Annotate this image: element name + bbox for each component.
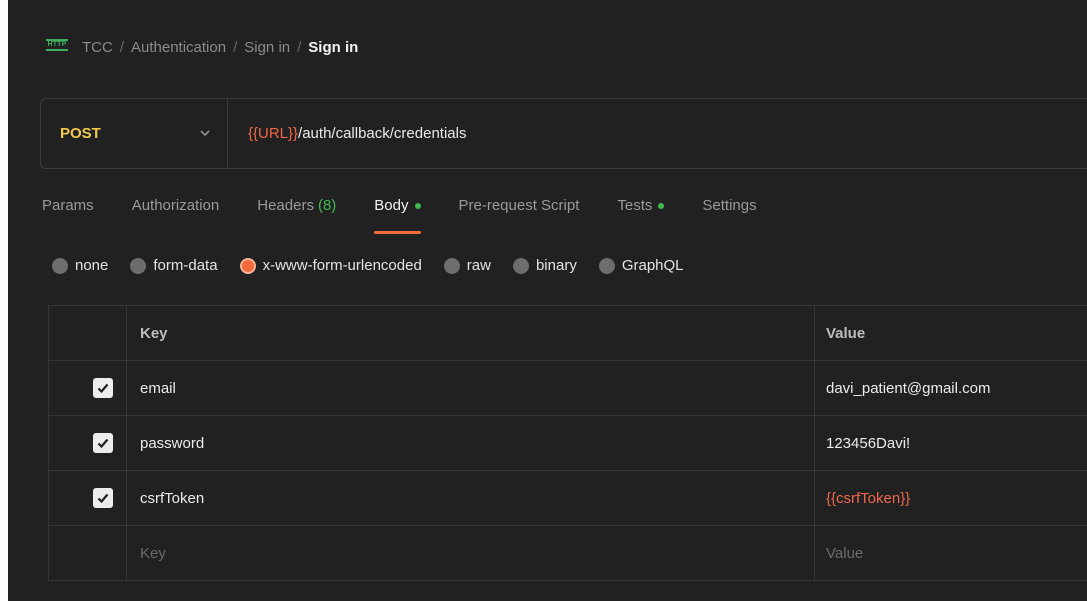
key-cell[interactable]: email [127,361,815,415]
breadcrumb-separator: / [297,38,302,56]
radio-label: x-www-form-urlencoded [262,257,422,274]
checkbox-checked-icon[interactable] [92,488,113,508]
breadcrumb-item-subfolder[interactable]: Sign in [244,39,290,56]
breadcrumb: HTTP TCC / Authentication / Sign in / Si… [46,36,358,58]
tab-headers[interactable]: Headers (8) [257,197,336,237]
radio-button-icon [52,257,68,274]
value-cell-variable[interactable]: {{csrfToken}} [815,471,1087,525]
radio-label: form-data [153,257,218,274]
row-check-cell [49,526,127,580]
method-label: POST [60,125,101,142]
table-row-placeholder: Key Value [49,526,1087,581]
tab-label: Settings [702,197,757,214]
radio-none[interactable]: none [52,257,108,274]
breadcrumb-current-request[interactable]: Sign in [308,39,358,56]
radio-button-icon [130,257,147,274]
tests-indicator-dot [658,203,665,209]
row-check-cell [49,416,127,470]
value-cell[interactable]: davi_patient@gmail.com [815,361,1087,415]
request-panel: HTTP TCC / Authentication / Sign in / Si… [8,0,1087,601]
body-type-radio-group: none form-data x-www-form-urlencoded raw… [52,257,706,274]
url-path: /auth/callback/credentials [298,125,467,142]
checkbox-checked-icon[interactable] [92,433,113,453]
chevron-down-icon [200,130,210,137]
radio-button-icon [443,257,460,274]
radio-button-icon [598,257,615,274]
radio-x-www-form-urlencoded[interactable]: x-www-form-urlencoded [239,257,422,274]
body-indicator-dot [414,203,421,209]
tab-label: Authorization [131,197,220,214]
row-check-cell [49,361,127,415]
column-header-key: Key [127,306,815,360]
table-row: email davi_patient@gmail.com [49,361,1087,416]
tab-authorization[interactable]: Authorization [132,197,220,237]
radio-label: GraphQL [621,257,684,274]
radio-button-selected-icon [239,257,256,274]
radio-label: raw [466,257,491,274]
checkbox-checked-icon[interactable] [92,378,113,398]
request-tabs: Params Authorization Headers (8) Body Pre… [42,197,795,237]
table-row: csrfToken {{csrfToken}} [49,471,1087,526]
key-cell[interactable]: password [127,416,815,470]
url-variable: {{URL}} [248,125,299,142]
key-cell[interactable]: csrfToken [127,471,815,525]
tab-settings[interactable]: Settings [702,197,756,237]
new-key-input[interactable]: Key [127,526,815,580]
radio-label: binary [535,257,577,274]
url-input[interactable]: {{URL}}/auth/callback/credentials [228,125,466,142]
headers-count: (8) [317,197,337,214]
radio-graphql[interactable]: GraphQL [598,257,684,274]
table-row: password 123456Davi! [49,416,1087,471]
tab-tests[interactable]: Tests [617,197,665,237]
method-selector[interactable]: POST [41,99,228,168]
breadcrumb-item-folder[interactable]: Authentication [131,39,226,56]
tab-label: Params [42,197,94,214]
breadcrumb-item-collection[interactable]: TCC [82,39,113,56]
new-value-input[interactable]: Value [815,526,1087,580]
tab-pre-request-script[interactable]: Pre-request Script [459,197,580,237]
value-cell[interactable]: 123456Davi! [815,416,1087,470]
row-check-cell [49,471,127,525]
radio-button-icon [512,257,529,274]
radio-label: none [75,257,109,274]
url-bar: POST {{URL}}/auth/callback/credentials [40,98,1087,169]
breadcrumb-separator: / [233,38,238,56]
tab-label: Pre-request Script [458,197,580,214]
tab-body[interactable]: Body [374,197,421,237]
radio-form-data[interactable]: form-data [130,257,218,274]
table-header-row: Key Value [49,306,1087,361]
tab-params[interactable]: Params [42,197,94,237]
radio-binary[interactable]: binary [512,257,577,274]
tab-label: Tests [617,197,653,214]
header-check-cell [49,306,127,360]
tab-label: Headers [257,197,314,214]
tab-label: Body [374,197,409,214]
breadcrumb-separator: / [119,38,124,56]
radio-raw[interactable]: raw [443,257,491,274]
form-urlencoded-table: Key Value email davi_patient@gmail.com p… [48,305,1087,581]
column-header-value: Value [826,324,866,342]
http-icon: HTTP [46,39,68,55]
